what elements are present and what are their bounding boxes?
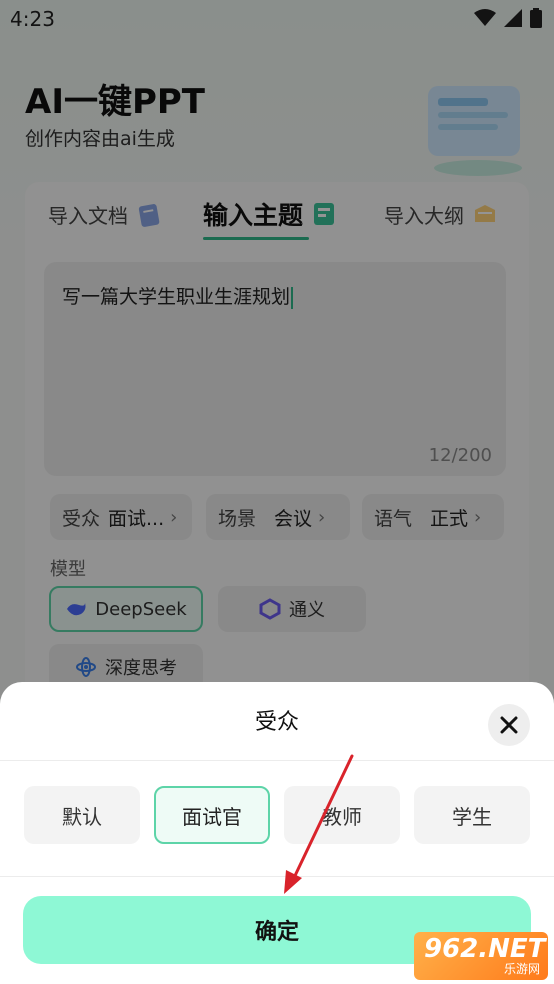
- audience-option-student[interactable]: 学生: [414, 786, 530, 844]
- audience-option-default[interactable]: 默认: [24, 786, 140, 844]
- watermark-caption: 乐游网: [503, 962, 540, 976]
- audience-option-interviewer[interactable]: 面试官: [154, 786, 270, 844]
- watermark-logo: 962.NET 乐游网: [414, 932, 548, 980]
- sheet-title: 受众: [254, 710, 299, 735]
- sheet-divider: [0, 876, 554, 877]
- audience-option-teacher[interactable]: 教师: [284, 786, 400, 844]
- sheet-divider: [0, 760, 554, 761]
- close-icon: [500, 716, 518, 734]
- close-button[interactable]: [488, 704, 530, 746]
